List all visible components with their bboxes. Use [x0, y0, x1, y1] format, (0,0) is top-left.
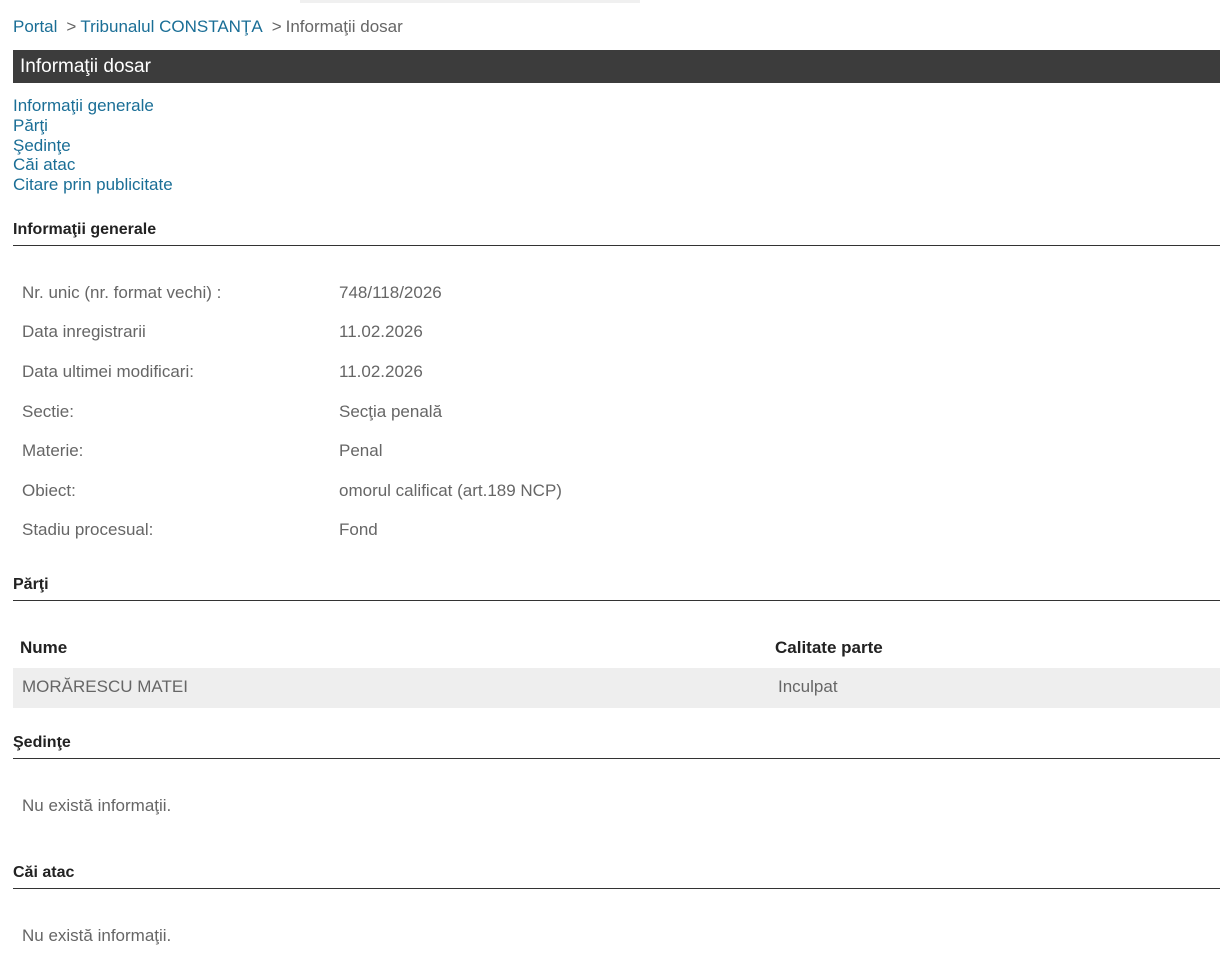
nav-link-parti[interactable]: Părţi [13, 116, 173, 136]
sedinte-empty-message: Nu există informaţii. [22, 796, 172, 815]
party-name: MORĂRESCU MATEI [22, 677, 188, 696]
section-heading-cai-atac: Căi atac [13, 861, 1220, 889]
breadcrumb: Portal > Tribunalul CONSTANŢA > Informaţii d… [13, 17, 403, 37]
nav-link-cai-atac[interactable]: Căi atac [13, 155, 173, 175]
section-nav: Informaţii generale Părţi Şedinţe Căi at… [13, 96, 173, 195]
page: Portal > Tribunalul CONSTANŢA > Informaţii d… [0, 0, 1220, 973]
column-header-calitate-parte: Calitate parte [775, 638, 883, 657]
info-label: Data ultimei modificari: [22, 362, 194, 381]
info-value: Secţia penală [339, 402, 443, 421]
info-label: Stadiu procesual: [22, 520, 154, 539]
party-role: Inculpat [778, 677, 838, 696]
breadcrumb-current: Informaţii dosar [285, 17, 403, 36]
column-header-nume: Nume [20, 638, 68, 657]
info-label: Materie: [22, 441, 84, 460]
table-row: MORĂRESCU MATEI Inculpat [13, 668, 1220, 708]
nav-link-sedinte[interactable]: Şedinţe [13, 136, 173, 156]
section-heading-informatii-generale: Informaţii generale [13, 218, 1220, 246]
parti-table: Nume Calitate parte MORĂRESCU MATEI Incu… [13, 630, 1220, 708]
info-value: omorul calificat (art.189 NCP) [339, 481, 562, 500]
nav-link-citare-prin-publicitate[interactable]: Citare prin publicitate [13, 175, 173, 195]
info-label: Data inregistrarii [22, 322, 146, 341]
info-value: Penal [339, 441, 383, 460]
cai-atac-empty-message: Nu există informaţii. [22, 926, 172, 945]
top-divider [300, 0, 640, 3]
page-title: Informaţii dosar [13, 50, 1220, 83]
info-value: 11.02.2026 [339, 322, 423, 341]
info-value: Fond [339, 520, 378, 539]
breadcrumb-portal-link[interactable]: Portal [13, 17, 57, 36]
section-heading-parti: Părţi [13, 573, 1220, 601]
info-label: Obiect: [22, 481, 76, 500]
info-value: 748/118/2026 [339, 283, 442, 302]
table-header: Nume Calitate parte [13, 630, 1220, 668]
info-value: 11.02.2026 [339, 362, 423, 381]
info-label: Sectie: [22, 402, 74, 421]
section-heading-sedinte: Şedinţe [13, 731, 1220, 759]
info-label: Nr. unic (nr. format vechi) : [22, 283, 222, 302]
breadcrumb-court-link[interactable]: Tribunalul CONSTANŢA [80, 17, 262, 36]
nav-link-informatii-generale[interactable]: Informaţii generale [13, 96, 173, 116]
breadcrumb-separator: > [271, 17, 282, 36]
breadcrumb-separator: > [66, 17, 77, 36]
